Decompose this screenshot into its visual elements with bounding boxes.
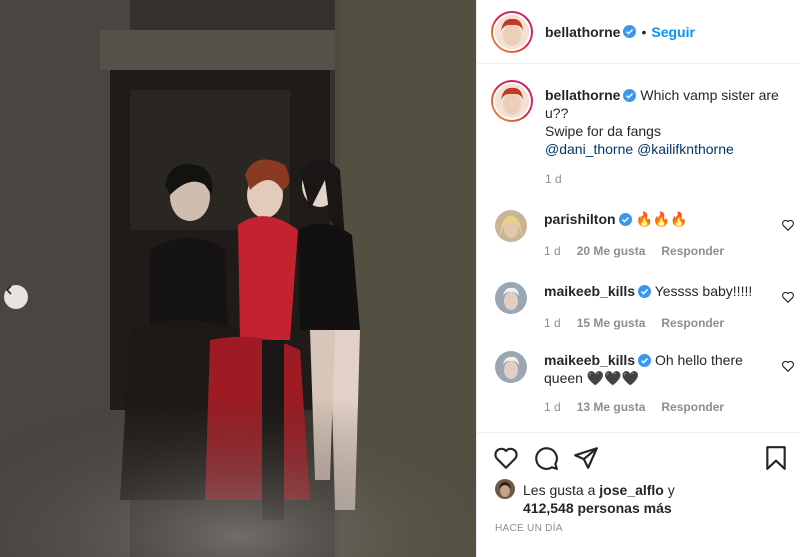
comment-username[interactable]: parishilton xyxy=(544,211,616,227)
verified-badge-icon xyxy=(623,89,637,102)
comment-username[interactable]: maikeeb_kills xyxy=(544,283,635,299)
likes-count[interactable]: 412,548 personas más xyxy=(523,500,672,516)
post-header: bellathorne • Seguir xyxy=(477,0,800,64)
caption-avatar[interactable] xyxy=(491,80,533,122)
verified-badge-icon xyxy=(638,354,652,367)
comment-item: maikeeb_kills Yessss baby!!!!! 1 d 15 Me… xyxy=(495,282,795,332)
post-details-panel: bellathorne • Seguir bellathorne Which v… xyxy=(476,0,800,557)
commenter-avatar[interactable] xyxy=(495,282,527,314)
likes-prefix: Les gusta a xyxy=(523,482,600,498)
bookmark-icon[interactable] xyxy=(763,445,789,471)
avatar-image xyxy=(495,479,515,499)
comment-item: maikeeb_kills Oh hello there queen 🖤🖤🖤 1… xyxy=(495,351,795,416)
chevron-left-icon xyxy=(5,285,12,295)
liker-avatar[interactable] xyxy=(495,479,515,499)
avatar-image xyxy=(495,282,527,314)
photo-scene xyxy=(0,0,476,557)
comment-time: 1 d xyxy=(544,244,561,258)
liker-username[interactable]: jose_alflo xyxy=(599,482,664,498)
follow-button[interactable]: Seguir xyxy=(651,24,695,40)
commenter-avatar[interactable] xyxy=(495,210,527,242)
commenter-avatar[interactable] xyxy=(495,351,527,383)
comment-time: 1 d xyxy=(544,316,561,330)
post-timestamp[interactable]: HACE UN DÍA xyxy=(495,523,563,534)
separator-dot: • xyxy=(641,23,647,40)
avatar-image xyxy=(495,351,527,383)
like-comment-heart-icon[interactable] xyxy=(781,290,795,304)
comment-icon[interactable] xyxy=(533,445,559,471)
caption-text-line2: Swipe for da fangs xyxy=(545,123,661,139)
carousel-prev-button[interactable] xyxy=(4,285,28,309)
author-username[interactable]: bellathorne xyxy=(545,24,620,40)
author-avatar[interactable] xyxy=(491,10,533,53)
post-photo[interactable] xyxy=(0,0,476,557)
comment-likes[interactable]: 13 Me gusta xyxy=(577,398,646,416)
likes-summary: Les gusta a jose_alflo y 412,548 persona… xyxy=(495,479,675,517)
verified-badge-icon xyxy=(638,285,652,298)
likes-suffix: y xyxy=(663,482,675,498)
verified-badge-icon xyxy=(618,213,632,226)
avatar-image xyxy=(495,210,527,242)
avatar-image xyxy=(495,84,529,118)
action-bar xyxy=(493,445,789,473)
mention-link[interactable]: @dani_thorne xyxy=(545,141,633,157)
like-comment-heart-icon[interactable] xyxy=(781,359,795,373)
caption-time: 1 d xyxy=(545,172,562,186)
like-comment-heart-icon[interactable] xyxy=(781,218,795,232)
comment-likes[interactable]: 20 Me gusta xyxy=(577,242,646,260)
comment-likes[interactable]: 15 Me gusta xyxy=(577,314,646,332)
verified-badge-icon xyxy=(623,25,637,38)
comment-username[interactable]: maikeeb_kills xyxy=(544,352,635,368)
share-icon[interactable] xyxy=(573,445,599,471)
caption-username[interactable]: bellathorne xyxy=(545,87,620,103)
comment-item: parishilton 🔥🔥🔥 1 d 20 Me gusta Responde… xyxy=(495,210,795,260)
post-caption: bellathorne Which vamp sister are u?? Sw… xyxy=(491,80,791,188)
reply-button[interactable]: Responder xyxy=(661,398,724,416)
comment-text: 🔥🔥🔥 xyxy=(635,211,688,227)
reply-button[interactable]: Responder xyxy=(661,242,724,260)
comment-text: Yessss baby!!!!! xyxy=(654,283,753,299)
mention-link[interactable]: @kailifknthorne xyxy=(637,141,734,157)
avatar-image xyxy=(495,14,529,49)
reply-button[interactable]: Responder xyxy=(661,314,724,332)
heart-icon[interactable] xyxy=(493,445,519,471)
comment-time: 1 d xyxy=(544,400,561,414)
post-actions-section: Les gusta a jose_alflo y 412,548 persona… xyxy=(477,432,800,557)
